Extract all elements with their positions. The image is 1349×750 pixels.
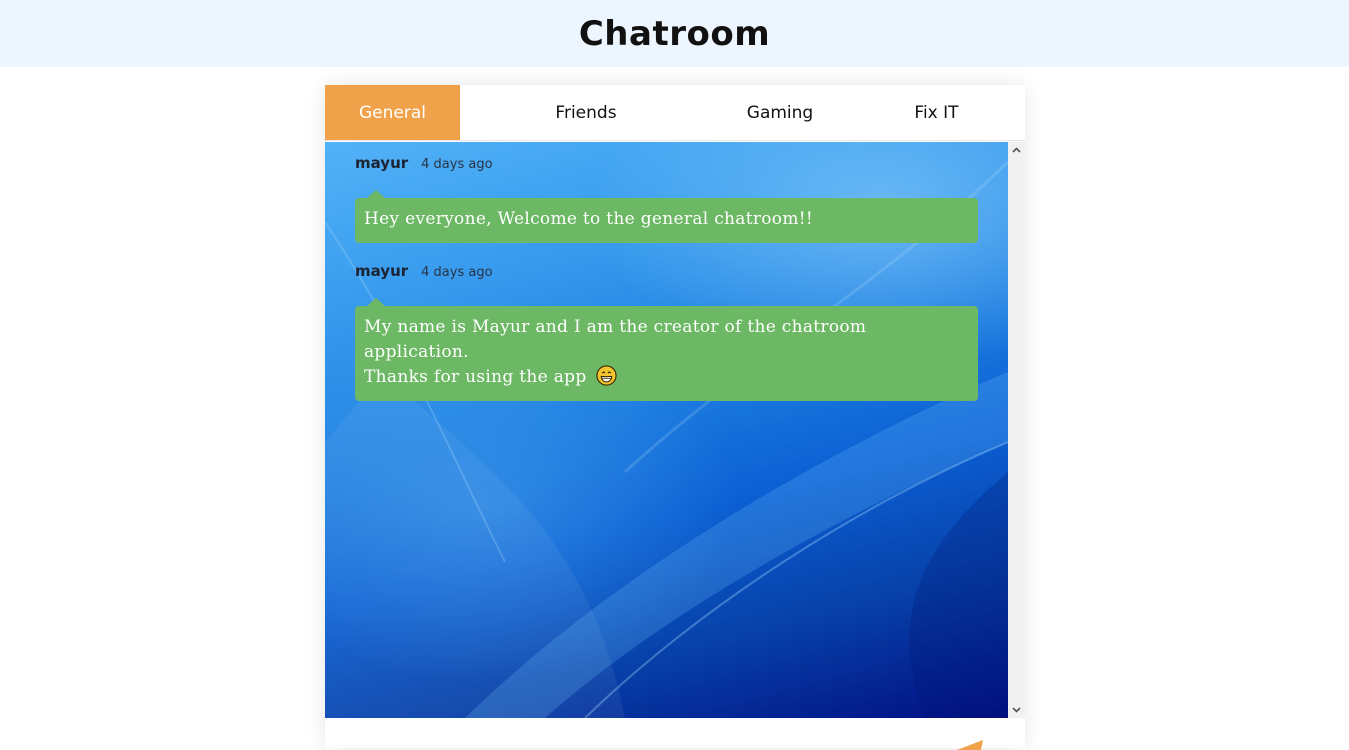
message: mayur 4 days ago My name is Mayur and I … [355,262,978,401]
message-bubble: My name is Mayur and I am the creator of… [355,298,978,401]
message-area[interactable]: mayur 4 days ago Hey everyone, Welcome t… [325,142,1008,718]
tab-fix-it[interactable]: Fix IT [848,85,1025,140]
tab-friends[interactable]: Friends [460,85,712,140]
message: mayur 4 days ago Hey everyone, Welcome t… [355,154,978,243]
message-meta: mayur 4 days ago [355,262,978,284]
app-header: Chatroom [0,0,1349,67]
room-tabs: General Friends Gaming Fix IT [325,85,1025,141]
message-author: mayur [355,262,409,280]
tab-label: Fix IT [914,102,959,123]
chat-panel: General Friends Gaming Fix IT mayur 4 da… [325,85,1025,750]
message-timestamp: 4 days ago [421,265,493,280]
grinning-face-icon [596,365,617,386]
send-icon[interactable] [957,740,987,750]
tab-label: Friends [555,102,617,123]
message-text: My name is Mayur and I am the creator of… [364,317,867,362]
chevron-down-icon[interactable] [1008,702,1025,718]
tab-label: General [359,102,426,123]
tab-gaming[interactable]: Gaming [712,85,848,140]
vertical-scrollbar[interactable] [1008,142,1025,718]
message-author: mayur [355,154,409,172]
message-text: Thanks for using the app [364,367,587,387]
message-text: Hey everyone, Welcome to the general cha… [364,209,814,229]
tab-general[interactable]: General [325,85,460,140]
page-title: Chatroom [578,13,771,54]
message-meta: mayur 4 days ago [355,154,978,176]
tab-label: Gaming [746,102,814,123]
message-bubble: Hey everyone, Welcome to the general cha… [355,190,978,243]
message-timestamp: 4 days ago [421,157,493,172]
chevron-up-icon[interactable] [1008,142,1025,158]
message-composer [325,718,1025,750]
